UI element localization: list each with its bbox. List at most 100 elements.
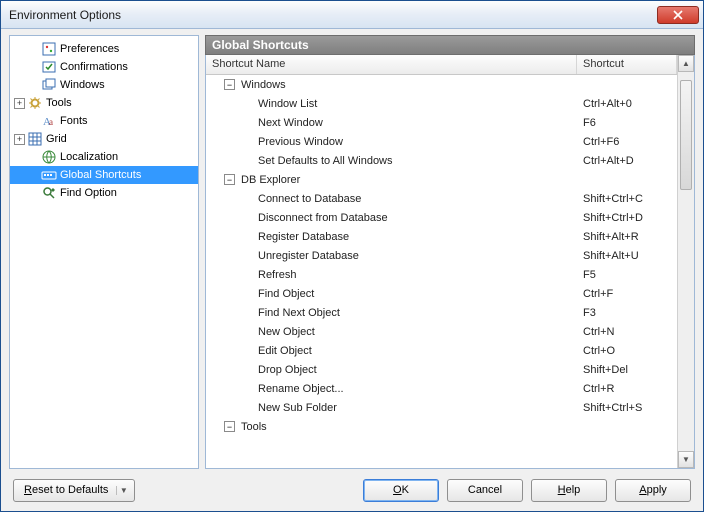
fonts-icon: Aa xyxy=(41,113,57,129)
tree-item[interactable]: +Tools xyxy=(10,94,198,112)
shortcut-key: F5 xyxy=(577,269,677,281)
tree-item[interactable]: Localization xyxy=(10,148,198,166)
col-shortcut[interactable]: Shortcut xyxy=(577,55,677,74)
windows-icon xyxy=(41,77,57,93)
shortcut-key: F3 xyxy=(577,307,677,319)
shortcut-name: Rename Object... xyxy=(258,383,344,395)
shortcuts-grid: Shortcut Name Shortcut −WindowsWindow Li… xyxy=(206,55,677,468)
shortcut-row[interactable]: New Sub FolderShift+Ctrl+S xyxy=(206,398,677,417)
pref-icon xyxy=(41,41,57,57)
help-button[interactable]: Help xyxy=(531,479,607,502)
shortcut-name: Register Database xyxy=(258,231,349,243)
shortcut-key: F6 xyxy=(577,117,677,129)
footer: Reset to Defaults ▼ OK Cancel Help Apply xyxy=(9,475,695,505)
svg-text:a: a xyxy=(49,117,53,127)
group-row[interactable]: −DB Explorer xyxy=(206,170,677,189)
tree-item-label: Grid xyxy=(46,133,67,145)
shortcut-key: Ctrl+F6 xyxy=(577,136,677,148)
group-label: Windows xyxy=(241,79,286,91)
shortcut-key: Ctrl+Alt+0 xyxy=(577,98,677,110)
shortcut-key: Shift+Alt+R xyxy=(577,231,677,243)
find-icon xyxy=(41,185,57,201)
collapse-icon[interactable]: − xyxy=(224,174,235,185)
titlebar[interactable]: Environment Options xyxy=(1,1,703,29)
dialog-body: PreferencesConfirmationsWindows+ToolsAaF… xyxy=(1,29,703,511)
tree-item[interactable]: Windows xyxy=(10,76,198,94)
shortcut-row[interactable]: Connect to Database Shift+Ctrl+C xyxy=(206,189,677,208)
expand-icon[interactable]: + xyxy=(14,98,25,109)
shortcut-key: Ctrl+O xyxy=(577,345,677,357)
scroll-thumb[interactable] xyxy=(680,80,692,190)
shortcut-key: Ctrl+F xyxy=(577,288,677,300)
shortcut-name: Find Next Object xyxy=(258,307,340,319)
tree-item-label: Find Option xyxy=(60,187,117,199)
shortcut-name: Connect to Database xyxy=(258,193,361,205)
shortcut-row[interactable]: Unregister DatabaseShift+Alt+U xyxy=(206,246,677,265)
shortcut-row[interactable]: Register Database Shift+Alt+R xyxy=(206,227,677,246)
tree-item-label: Confirmations xyxy=(60,61,128,73)
confirm-icon xyxy=(41,59,57,75)
scroll-up-button[interactable]: ▲ xyxy=(678,55,694,72)
tree-item-label: Windows xyxy=(60,79,105,91)
cancel-button[interactable]: Cancel xyxy=(447,479,523,502)
tree-item[interactable]: + Grid xyxy=(10,130,198,148)
shortcut-key: Shift+Ctrl+C xyxy=(577,193,677,205)
shortcut-row[interactable]: Set Defaults to All Windows Ctrl+Alt+D xyxy=(206,151,677,170)
tree-item-label: Localization xyxy=(60,151,118,163)
tree-item[interactable]: Confirmations xyxy=(10,58,198,76)
nav-tree[interactable]: PreferencesConfirmationsWindows+ToolsAaF… xyxy=(9,35,199,469)
tools-icon xyxy=(27,95,43,111)
vertical-scrollbar[interactable]: ▲ ▼ xyxy=(677,55,694,468)
expand-icon[interactable]: + xyxy=(14,134,25,145)
tree-item-label: Global Shortcuts xyxy=(60,169,141,181)
reset-label: Reset to Defaults xyxy=(24,484,108,496)
apply-button[interactable]: Apply xyxy=(615,479,691,502)
shortcut-key: Ctrl+Alt+D xyxy=(577,155,677,167)
chevron-down-icon[interactable]: ▼ xyxy=(116,486,130,495)
shortcut-name: Set Defaults to All Windows xyxy=(258,155,393,167)
shortcut-key: Shift+Ctrl+D xyxy=(577,212,677,224)
group-row[interactable]: −Windows xyxy=(206,75,677,94)
shortcut-key: Ctrl+N xyxy=(577,326,677,338)
shortcut-row[interactable]: Refresh F5 xyxy=(206,265,677,284)
shortcut-name: Refresh xyxy=(258,269,297,281)
shortcut-row[interactable]: Find Object Ctrl+F xyxy=(206,284,677,303)
scroll-track[interactable] xyxy=(678,72,694,451)
shortcut-row[interactable]: Rename Object... Ctrl+R xyxy=(206,379,677,398)
shortcut-name: Previous Window xyxy=(258,136,343,148)
ok-button[interactable]: OK xyxy=(363,479,439,502)
shortcut-name: Find Object xyxy=(258,288,314,300)
shortcut-row[interactable]: Drop ObjectShift+Del xyxy=(206,360,677,379)
close-button[interactable] xyxy=(657,6,699,24)
shortcut-name: Window List xyxy=(258,98,317,110)
shortcut-row[interactable]: Next WindowF6 xyxy=(206,113,677,132)
tree-item[interactable]: Find Option xyxy=(10,184,198,202)
tree-item[interactable]: Preferences xyxy=(10,40,198,58)
reset-defaults-button[interactable]: Reset to Defaults ▼ xyxy=(13,479,135,502)
tree-item-label: Fonts xyxy=(60,115,88,127)
tree-item[interactable]: AaFonts xyxy=(10,112,198,130)
group-row[interactable]: −Tools xyxy=(206,417,677,436)
collapse-icon[interactable]: − xyxy=(224,421,235,432)
grid-header: Shortcut Name Shortcut xyxy=(206,55,677,75)
shortcut-row[interactable]: New ObjectCtrl+N xyxy=(206,322,677,341)
grid-body[interactable]: −WindowsWindow ListCtrl+Alt+0Next Window… xyxy=(206,75,677,468)
shortcut-row[interactable]: Window List Ctrl+Alt+0 xyxy=(206,94,677,113)
shortcut-name: Edit Object xyxy=(258,345,312,357)
section-header: Global Shortcuts xyxy=(205,35,695,55)
scroll-down-button[interactable]: ▼ xyxy=(678,451,694,468)
col-shortcut-name[interactable]: Shortcut Name xyxy=(206,55,577,74)
dialog-window: Environment Options Preferences Confirmat… xyxy=(0,0,704,512)
shortcut-name: Drop Object xyxy=(258,364,317,376)
tree-item[interactable]: Global Shortcuts xyxy=(10,166,198,184)
shortcut-row[interactable]: Find Next Object F3 xyxy=(206,303,677,322)
shortcuts-icon xyxy=(41,167,57,183)
shortcut-row[interactable]: Disconnect from Database Shift+Ctrl+D xyxy=(206,208,677,227)
shortcut-name: Disconnect from Database xyxy=(258,212,388,224)
shortcut-key: Ctrl+R xyxy=(577,383,677,395)
collapse-icon[interactable]: − xyxy=(224,79,235,90)
shortcut-name: Unregister Database xyxy=(258,250,359,262)
shortcut-row[interactable]: Previous Window Ctrl+F6 xyxy=(206,132,677,151)
local-icon xyxy=(41,149,57,165)
shortcut-row[interactable]: Edit Object Ctrl+O xyxy=(206,341,677,360)
